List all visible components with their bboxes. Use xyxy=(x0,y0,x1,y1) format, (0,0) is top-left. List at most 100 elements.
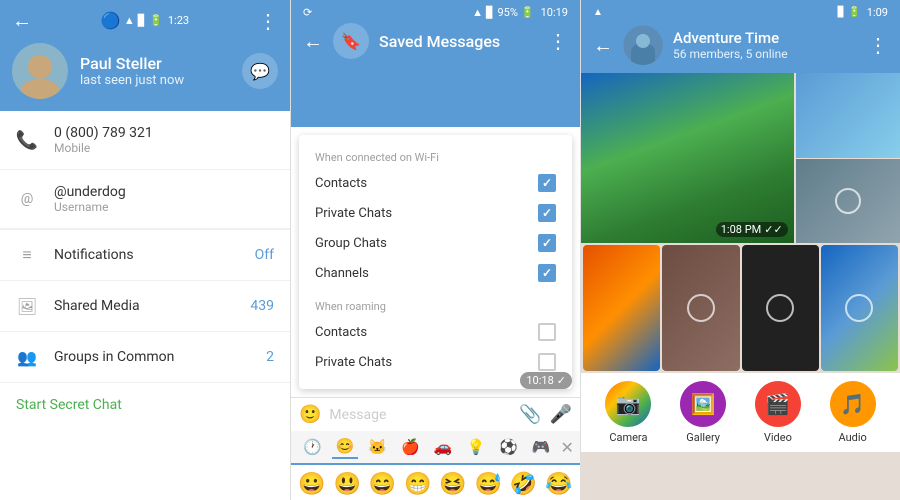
gallery-share-item[interactable]: 🖼️ Gallery xyxy=(680,381,726,444)
avatar xyxy=(12,43,68,99)
shared-media-icon: 🖼 xyxy=(16,295,38,317)
private-chats-checkbox[interactable] xyxy=(538,204,556,222)
kebab-menu-button[interactable]: ⋮ xyxy=(258,9,278,33)
gallery-label: Gallery xyxy=(686,431,720,444)
username-info: @underdog Username xyxy=(54,184,274,214)
phone-label: Mobile xyxy=(54,141,274,155)
travel-tab[interactable]: 🚗 xyxy=(430,436,457,458)
adventure-time-nav: ← Adventure Time 56 members, 5 online ⋮ xyxy=(593,25,888,65)
main-image: 1:08 PM ✓✓ xyxy=(581,73,794,243)
group-subtitle: 56 members, 5 online xyxy=(673,47,858,61)
message-timestamp: 10:18 ✓ xyxy=(520,372,572,389)
private-chats-item[interactable]: Private Chats xyxy=(299,198,572,228)
adventure-time-header: ▲ ▊ 🔋 1:09 ← Adventure T xyxy=(581,0,900,73)
roaming-private-checkbox[interactable] xyxy=(538,353,556,371)
close-emoji-button[interactable]: ✕ xyxy=(561,438,574,457)
saved-messages-panel: ⟳ ▲ ▊ 95% 🔋 10:19 ← 🔖 Saved Messages ⋮ W… xyxy=(290,0,580,500)
group-chats-label: Group Chats xyxy=(315,236,387,251)
groups-row[interactable]: 👥 Groups in Common 2 xyxy=(0,332,290,383)
p3-back-button[interactable]: ← xyxy=(593,33,613,58)
sticker-icon[interactable]: 🙂 xyxy=(299,404,321,425)
profile-body: 📞 0 (800) 789 321 Mobile @ @underdog Use… xyxy=(0,111,290,500)
profile-name: Paul Steller xyxy=(80,54,230,73)
message-input[interactable]: Message xyxy=(329,407,511,423)
activities-tab[interactable]: ⚽ xyxy=(495,436,522,458)
group-chats-item[interactable]: Group Chats xyxy=(299,228,572,258)
wifi-section: When connected on Wi-Fi Contacts Private… xyxy=(299,143,572,292)
gallery-icon: 🖼️ xyxy=(691,392,716,416)
p2-back-button[interactable]: ← xyxy=(303,29,323,54)
symbols-tab[interactable]: 🎮 xyxy=(528,436,555,458)
saved-messages-nav: ← 🔖 Saved Messages ⋮ xyxy=(303,23,568,59)
thumb-image-1 xyxy=(583,245,660,371)
p2-battery-icon: 🔋 xyxy=(521,6,535,19)
video-share-item[interactable]: 🎬 Video xyxy=(755,381,801,444)
notifications-icon: ≡ xyxy=(16,244,38,266)
mic-icon[interactable]: 🎤 xyxy=(550,404,572,425)
groups-icon: 👥 xyxy=(16,346,38,368)
username-row: @ @underdog Username xyxy=(0,170,290,229)
food-tab[interactable]: 🍎 xyxy=(397,436,424,458)
notifications-value: Off xyxy=(255,247,274,263)
roaming-contacts-label: Contacts xyxy=(315,325,367,340)
contacts-item[interactable]: Contacts xyxy=(299,168,572,198)
username-icon: @ xyxy=(16,188,38,210)
shared-media-row[interactable]: 🖼 Shared Media 439 xyxy=(0,281,290,332)
p3-kebab-button[interactable]: ⋮ xyxy=(868,33,888,57)
animals-tab[interactable]: 🐱 xyxy=(364,436,391,458)
camera-icon-circle: 📷 xyxy=(605,381,651,427)
p3-battery-icon: 🔋 xyxy=(848,7,860,18)
emoji-tab[interactable]: 😊 xyxy=(332,435,359,459)
camera-icon: 📷 xyxy=(616,392,641,416)
contacts-checkbox[interactable] xyxy=(538,174,556,192)
back-button[interactable]: ← xyxy=(12,8,32,33)
emoji-item[interactable]: 😀 xyxy=(295,469,329,500)
video-icon: 🎬 xyxy=(765,392,790,416)
group-chats-checkbox[interactable] xyxy=(538,234,556,252)
recent-tab[interactable]: 🕐 xyxy=(299,436,326,458)
roaming-section-header: When roaming xyxy=(299,296,572,317)
channels-checkbox[interactable] xyxy=(538,264,556,282)
emoji-item[interactable]: 😃 xyxy=(330,469,364,500)
share-icons-bar: 📷 Camera 🖼️ Gallery 🎬 Video 🎵 xyxy=(581,373,900,452)
p2-kebab-button[interactable]: ⋮ xyxy=(548,29,568,53)
p2-battery-label: 95% xyxy=(497,6,517,19)
notifications-label: Notifications xyxy=(54,247,239,263)
objects-tab[interactable]: 💡 xyxy=(462,436,489,458)
audio-share-item[interactable]: 🎵 Audio xyxy=(830,381,876,444)
emoji-item[interactable]: 🤣 xyxy=(507,469,541,500)
status-bar: 🔵 ▲ ▊ 🔋 1:23 xyxy=(101,11,189,30)
roaming-private-label: Private Chats xyxy=(315,355,392,370)
emoji-item[interactable]: 😆 xyxy=(436,469,470,500)
p3-time: 1:09 xyxy=(867,6,888,19)
camera-share-item[interactable]: 📷 Camera xyxy=(605,381,651,444)
audio-icon: 🎵 xyxy=(840,392,865,416)
groups-label: Groups in Common xyxy=(54,349,250,365)
emoji-grid: 😀😃😄😁😆😅🤣😂😇😍🤩😘😗😙😚😋😜🤪😝🤑🤗🤭🤫🤔😎🤓🧐😒😓😔😕😖😤😠😡🤬😈👿💀☠… xyxy=(291,465,580,500)
p2-signal-icon: ▊ xyxy=(486,6,494,19)
image-timestamp: 1:08 PM ✓✓ xyxy=(716,222,788,237)
message-float-button[interactable]: 💬 xyxy=(242,53,278,89)
roaming-section: When roaming Contacts Private Chats xyxy=(299,292,572,381)
contacts-label: Contacts xyxy=(315,176,367,191)
video-icon-circle: 🎬 xyxy=(755,381,801,427)
channels-item[interactable]: Channels xyxy=(299,258,572,288)
emoji-item[interactable]: 😄 xyxy=(366,469,400,500)
roaming-contacts-item[interactable]: Contacts xyxy=(299,317,572,347)
bluetooth-icon: 🔵 xyxy=(101,11,121,30)
emoji-item[interactable]: 😁 xyxy=(401,469,435,500)
secret-chat-button[interactable]: Start Secret Chat xyxy=(0,383,290,427)
settings-popup: When connected on Wi-Fi Contacts Private… xyxy=(299,135,572,389)
emoji-item[interactable]: 😅 xyxy=(471,469,505,500)
roaming-contacts-checkbox[interactable] xyxy=(538,323,556,341)
attach-icon[interactable]: 📎 xyxy=(519,404,541,425)
small-image-1 xyxy=(794,73,900,159)
message-input-bar: 🙂 Message 📎 🎤 xyxy=(291,397,580,431)
bookmark-icon: 🔖 xyxy=(333,23,369,59)
group-avatar-placeholder xyxy=(623,25,663,65)
emoji-item[interactable]: 😂 xyxy=(542,469,576,500)
notifications-row[interactable]: ≡ Notifications Off xyxy=(0,230,290,281)
username-label: Username xyxy=(54,200,274,214)
emoji-tab-bar: 🕐 😊 🐱 🍎 🚗 💡 ⚽ 🎮 ✕ xyxy=(291,431,580,465)
small-image-2 xyxy=(794,159,900,244)
